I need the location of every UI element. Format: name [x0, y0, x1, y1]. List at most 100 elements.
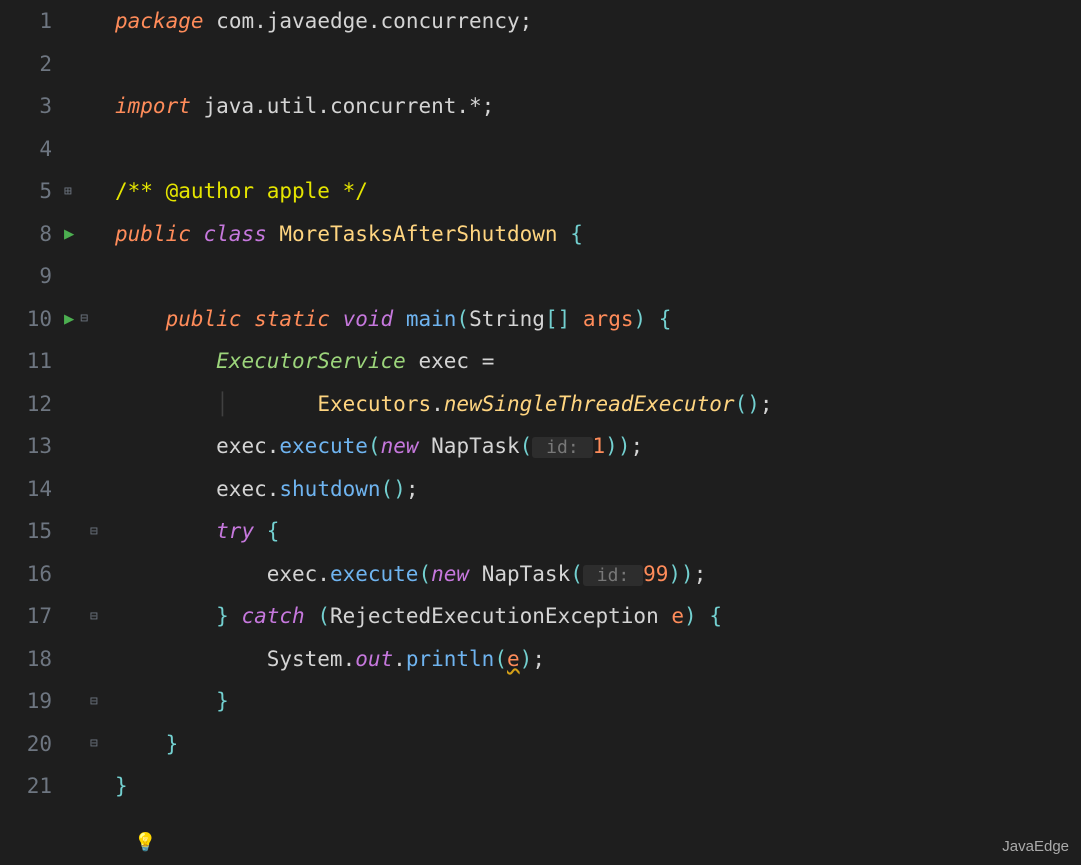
gutter-icons[interactable]: ▶: [60, 224, 115, 244]
code-line[interactable]: 5 ⊞ /** @author apple */: [0, 170, 1081, 213]
keyword-new: new: [431, 562, 469, 586]
code-content[interactable]: ExecutorService exec =: [115, 349, 1081, 373]
code-content[interactable]: │ Executors.newSingleThreadExecutor();: [115, 392, 1081, 416]
code-content[interactable]: System.out.println(e);: [115, 647, 1081, 671]
doc-open: /**: [115, 179, 166, 203]
paren-close: ): [520, 647, 533, 671]
line-number: 14: [0, 477, 60, 501]
code-content[interactable]: public static void main(String[] args) {: [115, 307, 1081, 331]
run-icon[interactable]: ▶: [64, 224, 74, 244]
code-line[interactable]: 17 ⊟ } catch (RejectedExecutionException…: [0, 595, 1081, 638]
fold-icon[interactable]: ⊟: [90, 524, 98, 539]
dot: .: [267, 477, 280, 501]
code-line[interactable]: 20 ⊟ }: [0, 723, 1081, 766]
bracket-close: ]: [558, 307, 571, 331]
code-content[interactable]: public class MoreTasksAfterShutdown {: [115, 222, 1081, 246]
paren-close: ): [633, 307, 646, 331]
code-content[interactable]: exec.execute(new NapTask( id: 99));: [115, 562, 1081, 586]
code-content[interactable]: exec.execute(new NapTask( id: 1));: [115, 434, 1081, 458]
code-content[interactable]: try {: [115, 519, 1081, 543]
code-line[interactable]: 15 ⊟ try {: [0, 510, 1081, 553]
code-content[interactable]: }: [115, 774, 1081, 798]
code-content[interactable]: exec.shutdown();: [115, 477, 1081, 501]
code-line[interactable]: 19 ⊟ }: [0, 680, 1081, 723]
class-naptask: NapTask: [431, 434, 520, 458]
gutter-icons[interactable]: ▶⊟: [60, 309, 115, 329]
field-out: out: [355, 647, 393, 671]
dot: .: [343, 647, 356, 671]
gutter-icons[interactable]: ⊟: [60, 694, 115, 709]
var-exec: exec: [216, 477, 267, 501]
fold-icon[interactable]: ⊟: [90, 609, 98, 624]
doc-text: apple: [254, 179, 343, 203]
paren-open: (: [570, 562, 583, 586]
var-e-warn: e: [507, 647, 520, 671]
code-line[interactable]: 14 exec.shutdown();: [0, 468, 1081, 511]
code-line[interactable]: 4: [0, 128, 1081, 171]
code-content[interactable]: } catch (RejectedExecutionException e) {: [115, 604, 1081, 628]
code-content[interactable]: package com.javaedge.concurrency;: [115, 9, 1081, 33]
paren-close: ): [605, 434, 618, 458]
code-editor[interactable]: 1 package com.javaedge.concurrency; 2 3 …: [0, 0, 1081, 865]
watermark: JavaEdge: [1002, 838, 1069, 855]
code-line[interactable]: 9: [0, 255, 1081, 298]
brace-close: }: [166, 732, 179, 756]
line-number: 11: [0, 349, 60, 373]
line-number: 12: [0, 392, 60, 416]
code-content[interactable]: }: [115, 732, 1081, 756]
code-line[interactable]: 3 import java.util.concurrent.*;: [0, 85, 1081, 128]
line-number: 21: [0, 774, 60, 798]
fold-close-icon[interactable]: ⊟: [90, 736, 98, 751]
var-exec: exec: [267, 562, 318, 586]
fold-close-icon[interactable]: ⊟: [90, 694, 98, 709]
gutter-icons[interactable]: ⊞: [60, 184, 115, 199]
dot: .: [317, 562, 330, 586]
gutter-icons[interactable]: ⊟: [60, 524, 115, 539]
keyword-static: static: [254, 307, 330, 331]
code-content[interactable]: /** @author apple */: [115, 179, 1081, 203]
line-number: 1: [0, 9, 60, 33]
var-exec: exec: [216, 434, 267, 458]
gutter-icons[interactable]: ⊟: [60, 736, 115, 751]
class-name: MoreTasksAfterShutdown: [279, 222, 557, 246]
doc-tag: @author: [166, 179, 255, 203]
code-content[interactable]: import java.util.concurrent.*;: [115, 94, 1081, 118]
method-execute: execute: [279, 434, 368, 458]
paren-open: (: [418, 562, 431, 586]
fold-icon[interactable]: ⊟: [80, 311, 88, 326]
line-number: 3: [0, 94, 60, 118]
code-line[interactable]: 11 ExecutorService exec =: [0, 340, 1081, 383]
fold-expand-icon[interactable]: ⊞: [64, 184, 72, 199]
bracket-open: [: [545, 307, 558, 331]
paren-open: (: [735, 392, 748, 416]
semicolon: ;: [630, 434, 643, 458]
gutter-icons[interactable]: ⊟: [60, 609, 115, 624]
code-line[interactable]: 1 package com.javaedge.concurrency;: [0, 0, 1081, 43]
code-line[interactable]: 16 exec.execute(new NapTask( id: 99));: [0, 553, 1081, 596]
param-args: args: [583, 307, 634, 331]
code-content[interactable]: }: [115, 689, 1081, 713]
code-line[interactable]: 2: [0, 43, 1081, 86]
semicolon: ;: [532, 647, 545, 671]
code-line[interactable]: 12 │ Executors.newSingleThreadExecutor()…: [0, 383, 1081, 426]
code-line[interactable]: 18 System.out.println(e);: [0, 638, 1081, 681]
keyword-import: import: [115, 94, 191, 118]
type-exception: RejectedExecutionException: [330, 604, 659, 628]
semicolon: ;: [760, 392, 773, 416]
param-hint: id:: [583, 565, 643, 586]
line-number: 15: [0, 519, 60, 543]
line-number: 10: [0, 307, 60, 331]
lightbulb-icon[interactable]: 💡: [134, 832, 156, 853]
line-number: 5: [0, 179, 60, 203]
line-number: 18: [0, 647, 60, 671]
doc-close: */: [343, 179, 368, 203]
code-line[interactable]: 13 exec.execute(new NapTask( id: 1));: [0, 425, 1081, 468]
run-icon[interactable]: ▶: [64, 309, 74, 329]
brace-open: {: [267, 519, 280, 543]
class-system: System: [267, 647, 343, 671]
semicolon: ;: [694, 562, 707, 586]
code-line[interactable]: 10 ▶⊟ public static void main(String[] a…: [0, 298, 1081, 341]
code-line[interactable]: 21 }: [0, 765, 1081, 808]
code-line[interactable]: 8 ▶ public class MoreTasksAfterShutdown …: [0, 213, 1081, 256]
method-shutdown: shutdown: [279, 477, 380, 501]
